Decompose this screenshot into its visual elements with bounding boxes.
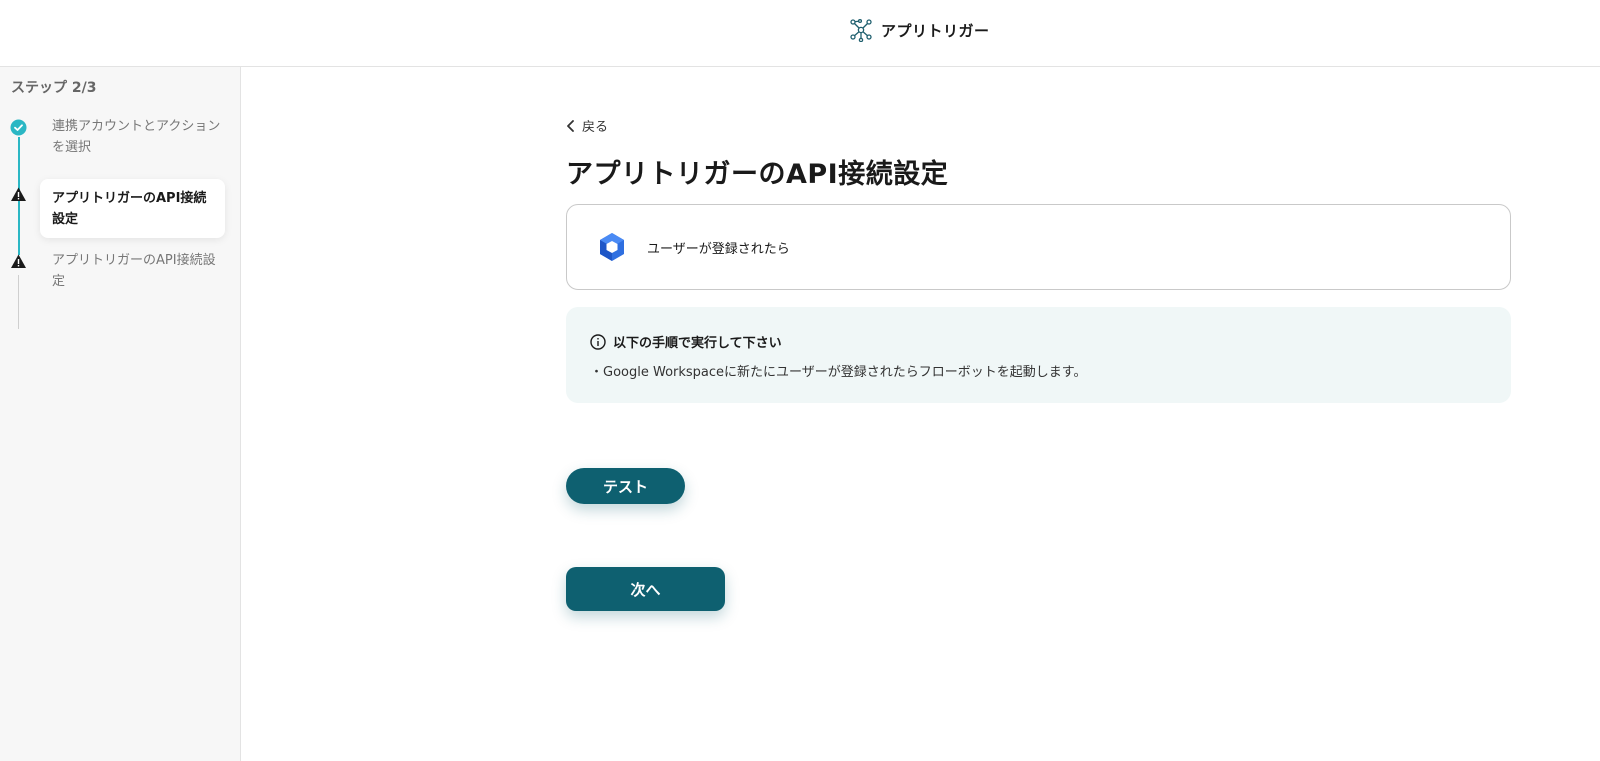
test-button[interactable]: テスト [566, 468, 685, 504]
top-bar: アプリトリガー [0, 0, 1600, 67]
step-connector-pending [18, 275, 19, 329]
chevron-left-icon [567, 119, 574, 132]
page-title: アプリトリガーのAPI接続設定 [566, 159, 949, 190]
instructions-text: ・Google Workspaceに新たにユーザーが登録されたらフローボットを起… [590, 365, 1087, 380]
next-button[interactable]: 次へ [566, 567, 725, 611]
google-workspace-icon [600, 233, 624, 261]
step-sidebar: ステップ 2/3 連携アカウントとアクションを選択 アプリトリガーのAPI接続設… [0, 67, 241, 761]
back-label: 戻る [582, 120, 609, 135]
sidebar-step-2[interactable]: アプリトリガーのAPI接続設定 [40, 179, 225, 238]
instructions-box: 以下の手順で実行して下さい ・Google Workspaceに新たにユーザーが… [566, 307, 1511, 403]
network-nodes-icon [850, 18, 872, 42]
trigger-label: ユーザーが登録されたら [647, 241, 790, 257]
trigger-card[interactable]: ユーザーが登録されたら [566, 204, 1511, 290]
sidebar-step-3[interactable]: アプリトリガーのAPI接続設定 [52, 250, 222, 292]
instructions-heading: 以下の手順で実行して下さい [590, 332, 782, 351]
back-link[interactable]: 戻る [566, 116, 608, 135]
brand: アプリトリガー [849, 18, 990, 42]
sidebar-step-label: 連携アカウントとアクションを選択 [52, 119, 221, 155]
instructions-heading-text: 以下の手順で実行して下さい [613, 336, 782, 351]
sidebar-step-label: アプリトリガーのAPI接続設定 [52, 253, 216, 289]
sidebar-step-1[interactable]: 連携アカウントとアクションを選択 [52, 116, 222, 158]
step-counter: ステップ 2/3 [11, 80, 97, 96]
sidebar-step-label: アプリトリガーのAPI接続設定 [52, 191, 207, 227]
check-circle-icon [10, 119, 27, 136]
info-icon [590, 333, 606, 350]
app-name: アプリトリガー [881, 21, 990, 40]
warning-icon [10, 186, 27, 203]
warning-icon [10, 253, 27, 270]
